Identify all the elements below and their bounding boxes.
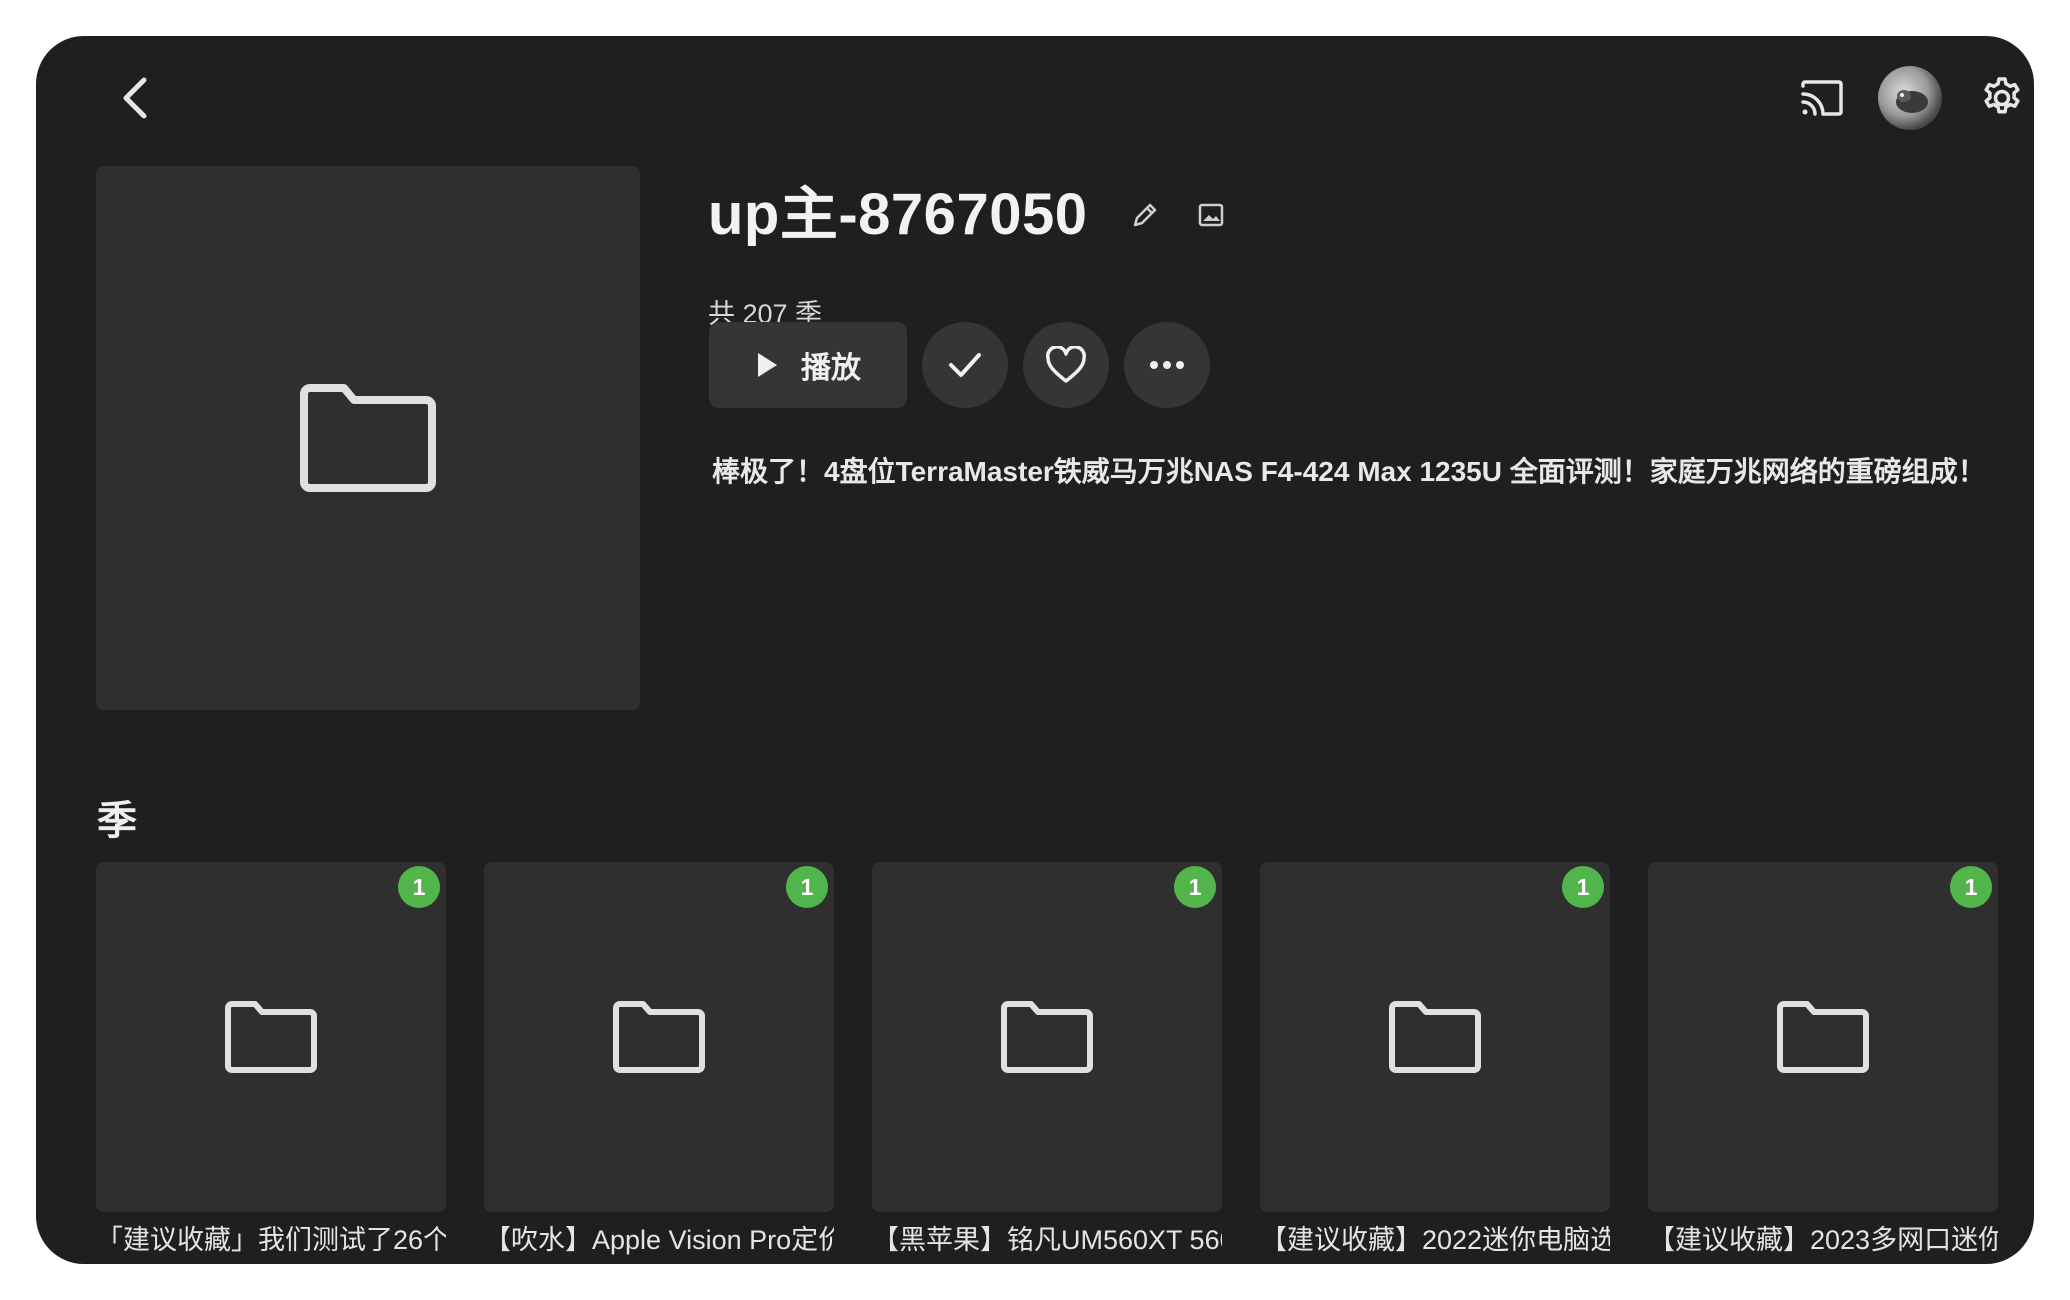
cast-button[interactable] [1786,62,1858,134]
folder-icon [613,1001,705,1073]
folder-icon [1777,1001,1869,1073]
section-title: 季 [97,799,137,843]
unplayed-count-badge: 1 [398,866,440,908]
season-title[interactable]: 【吹水】Apple Vision Pro定价 [484,1218,834,1257]
play-icon [758,353,777,377]
season-list: 1 「建议收藏」我们测试了26个 1 【吹水】Apple Vision Pro定… [96,862,1998,1257]
cast-icon [1801,80,1843,116]
season-title[interactable]: 【建议收藏】2022迷你电脑选购 [1260,1218,1610,1257]
gear-icon [1984,77,2020,114]
action-bar: 播放 [709,322,1210,408]
play-button[interactable]: 播放 [709,322,907,408]
mark-played-button[interactable] [922,322,1008,408]
season-title[interactable]: 【建议收藏】2023多网口迷你主机 [1648,1218,1998,1257]
season-thumbnail: 1 [1648,862,1998,1212]
season-card[interactable]: 1 【黑苹果】铭凡UM560XT 5600 [872,862,1222,1257]
page-title: up主-8767050 [708,182,1088,247]
app-window: up主-8767050 共 207 季 播放 棒极了！4盘位TerraMaste… [36,36,2034,1264]
season-title[interactable]: 【黑苹果】铭凡UM560XT 5600 [872,1218,1222,1257]
item-description: 棒极了！4盘位TerraMaster铁威马万兆NAS F4-424 Max 12… [712,456,1986,487]
season-card[interactable]: 1 「建议收藏」我们测试了26个 [96,862,446,1257]
check-icon [949,353,981,377]
season-thumbnail: 1 [1260,862,1610,1212]
title-row: up主-8767050 [708,186,1235,244]
chevron-left-icon [123,77,147,119]
more-horizontal-icon [1150,361,1184,369]
back-button[interactable] [100,62,172,134]
folder-icon [300,384,436,492]
season-title[interactable]: 「建议收藏」我们测试了26个 [96,1218,446,1257]
avatar-image [1896,90,1928,113]
season-card[interactable]: 1 【吹水】Apple Vision Pro定价 [484,862,834,1257]
season-thumbnail: 1 [484,862,834,1212]
favorite-button[interactable] [1023,322,1109,408]
play-label: 播放 [801,352,861,385]
folder-icon [1389,1001,1481,1073]
pencil-icon [1134,203,1157,227]
edit-image-button[interactable] [1187,191,1235,239]
unplayed-count-badge: 1 [786,866,828,908]
folder-icon [1001,1001,1093,1073]
season-card[interactable]: 1 【建议收藏】2022迷你电脑选购 [1260,862,1610,1257]
edit-button[interactable] [1121,191,1169,239]
heart-icon [1046,346,1086,383]
season-thumbnail: 1 [96,862,446,1212]
season-thumbnail: 1 [872,862,1222,1212]
settings-button[interactable] [1966,62,2034,134]
image-icon [1199,203,1224,227]
more-button[interactable] [1124,322,1210,408]
unplayed-count-badge: 1 [1950,866,1992,908]
unplayed-count-badge: 1 [1562,866,1604,908]
unplayed-count-badge: 1 [1174,866,1216,908]
season-card[interactable]: 1 【建议收藏】2023多网口迷你主机 [1648,862,1998,1257]
user-avatar[interactable] [1878,66,1942,130]
folder-icon [225,1001,317,1073]
cover-image [96,166,640,710]
